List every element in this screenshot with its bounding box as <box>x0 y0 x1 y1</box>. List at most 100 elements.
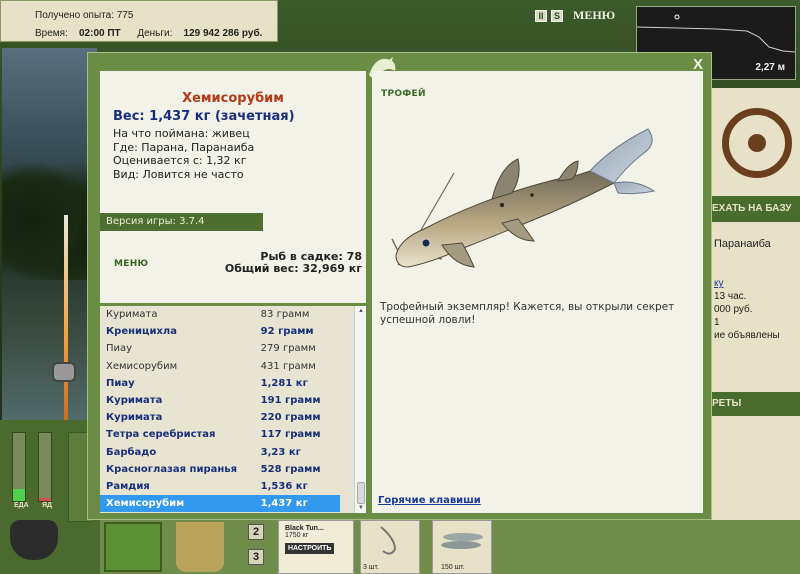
catch-details-pane: Хемисорубим Вес: 1,437 кг (зачетная) На … <box>100 71 366 513</box>
scroll-up-icon[interactable]: ▲ <box>356 306 366 316</box>
caught-where: Где: Парана, Паранаиба <box>113 140 255 154</box>
info-line-3: 1 <box>714 317 720 328</box>
list-item[interactable]: Хемисорубим 1,437 кг <box>100 495 340 513</box>
list-item-weight: 92 грамм <box>260 326 314 338</box>
sound-icon[interactable]: S <box>551 9 563 22</box>
dialog-menu-button[interactable]: МЕНЮ <box>114 259 148 269</box>
list-item-name: Куримата <box>106 309 158 321</box>
bait-count: 150 шт. <box>441 564 465 571</box>
fatigue-meter <box>38 432 52 502</box>
groundbait-bucket-icon[interactable] <box>104 522 162 572</box>
lure-weight: 1750 кг <box>285 532 309 539</box>
list-item-name: Хемисорубим <box>106 498 185 510</box>
slot-3-button[interactable]: 3 <box>248 549 264 565</box>
fatigue-label: ЯД <box>42 502 53 509</box>
bait-slot[interactable]: 150 шт. <box>432 520 492 574</box>
list-item-name: Пиау <box>106 377 135 389</box>
info-line-2: 000 руб. <box>714 304 753 315</box>
location-name: Паранаиба <box>714 238 771 250</box>
catch-info-dialog: X Хемисорубим Вес: 1,437 кг (зачетная) Н… <box>87 52 712 520</box>
fish-image <box>391 128 656 268</box>
info-line-4: ие объявлены <box>714 330 780 341</box>
list-item[interactable]: Куримата 220 грамм <box>100 409 340 426</box>
money-label: Деньги: <box>137 28 173 39</box>
list-item[interactable]: Красноглазая пиранья 528 грамм <box>100 461 340 478</box>
lure-name: Black Tun... <box>285 525 324 532</box>
time-label: Время: <box>35 28 68 39</box>
list-item[interactable]: Пиау 1,281 кг <box>100 375 340 392</box>
keepnet-bucket-icon[interactable] <box>176 522 224 572</box>
list-item-weight: 1,437 кг <box>260 498 308 510</box>
fish-properties: На что поймана: живец Где: Парана, Паран… <box>113 127 254 181</box>
hotkeys-link[interactable]: Горячие клавиши <box>378 495 481 506</box>
bait-fish-icon <box>441 533 483 549</box>
float-marker <box>674 14 680 20</box>
scroll-thumb[interactable] <box>357 482 365 504</box>
fish-rows: Куримата 83 грамм Креницихла 92 грамм Пиау 27… <box>100 306 366 513</box>
list-item[interactable]: Куримата 191 грамм <box>100 392 340 409</box>
list-item-weight: 1,536 кг <box>260 480 308 492</box>
scroll-down-icon[interactable]: ▼ <box>356 503 366 513</box>
trophy-message: Трофейный экземпляр! Кажется, вы открыли… <box>380 301 675 326</box>
depth-value: 2,27 м <box>755 62 785 73</box>
main-menu-button[interactable]: МЕНЮ <box>573 8 615 23</box>
fish-title: Хемисорубим <box>182 91 284 106</box>
info-line-1: 13 час. <box>714 291 747 302</box>
fish-kind: Вид: Ловится не часто <box>113 167 244 181</box>
valued-from: Оценивается с: 1,32 кг <box>113 154 247 167</box>
fatigue-meter-fill <box>39 497 51 501</box>
list-item-name: Красноглазая пиранья <box>106 463 238 475</box>
pause-icon[interactable]: II <box>535 9 547 22</box>
list-item-weight: 279 грамм <box>260 343 316 355</box>
fish-weight: Вес: 1,437 кг (зачетная) <box>113 109 295 124</box>
ship-wheel-hub <box>748 134 766 152</box>
list-item[interactable]: Куримата 83 грамм <box>100 306 340 323</box>
hook-slot[interactable]: 3 шт. <box>360 520 420 574</box>
list-item[interactable]: Пиау 279 грамм <box>100 340 340 357</box>
caught-fish-list[interactable]: Куримата 83 грамм Креницихла 92 грамм Пиау 27… <box>100 306 366 513</box>
list-item-weight: 3,23 кг <box>260 446 301 458</box>
fishing-rod[interactable] <box>64 215 68 425</box>
game-version: Версия игры: 3.7.4 <box>100 213 263 231</box>
list-item-weight: 117 грамм <box>260 429 321 441</box>
list-item-name: Куримата <box>106 412 163 424</box>
list-item[interactable]: Тетра серебристая 117 грамм <box>100 426 340 443</box>
treeline <box>2 160 97 280</box>
setup-button[interactable]: НАСТРОИТЬ <box>285 543 335 554</box>
list-item-name: Тетра серебристая <box>106 429 216 441</box>
trophy-label: ТРОФЕЙ <box>381 89 426 99</box>
caught-with: На что поймана: живец <box>113 127 250 140</box>
time-value: 02:00 ПТ <box>79 28 121 39</box>
cauldron-icon[interactable] <box>10 520 58 560</box>
list-item[interactable]: Барбадо 3,23 кг <box>100 444 340 461</box>
money-value: 129 942 286 руб. <box>183 28 263 39</box>
go-to-base-button[interactable]: ЕХАТЬ НА БАЗУ <box>712 196 800 222</box>
food-meter <box>12 432 26 502</box>
list-item[interactable]: Креницихла 92 грамм <box>100 323 340 340</box>
list-item-name: Рамдия <box>106 480 150 492</box>
tournaments-button[interactable]: РЕТЫ <box>712 392 800 416</box>
list-item-weight: 83 грамм <box>260 309 310 321</box>
total-weight: Общий вес: 32,969 кг <box>224 262 362 275</box>
list-item-name: Барбадо <box>106 446 157 458</box>
list-item-name: Креницихла <box>106 326 177 338</box>
hook-count: 3 шт. <box>363 564 379 571</box>
list-item-weight: 528 грамм <box>260 463 321 475</box>
food-meter-fill <box>13 488 25 501</box>
hook-icon <box>380 526 397 555</box>
list-item[interactable]: Рамдия 1,536 кг <box>100 478 340 495</box>
list-item-name: Хемисорубим <box>106 360 178 372</box>
food-label: ЕДА <box>14 502 29 509</box>
time-money-row: Время: 02:00 ПТ Деньги: 129 942 286 руб. <box>35 28 262 39</box>
location-link[interactable]: ку <box>714 277 798 290</box>
list-item-name: Пиау <box>106 343 133 355</box>
fishing-reel[interactable] <box>52 362 76 382</box>
close-button[interactable]: X <box>693 57 703 72</box>
slot-2-button[interactable]: 2 <box>248 524 264 540</box>
xp-text: Получено опыта: 775 <box>35 10 134 21</box>
list-item-weight: 1,281 кг <box>260 377 308 389</box>
list-scrollbar[interactable]: ▲ ▼ <box>354 306 366 513</box>
list-item-name: Куримата <box>106 395 163 407</box>
lure-slot[interactable]: Black Tun... 1750 кг НАСТРОИТЬ <box>278 520 354 574</box>
list-item[interactable]: Хемисорубим 431 грамм <box>100 358 340 375</box>
